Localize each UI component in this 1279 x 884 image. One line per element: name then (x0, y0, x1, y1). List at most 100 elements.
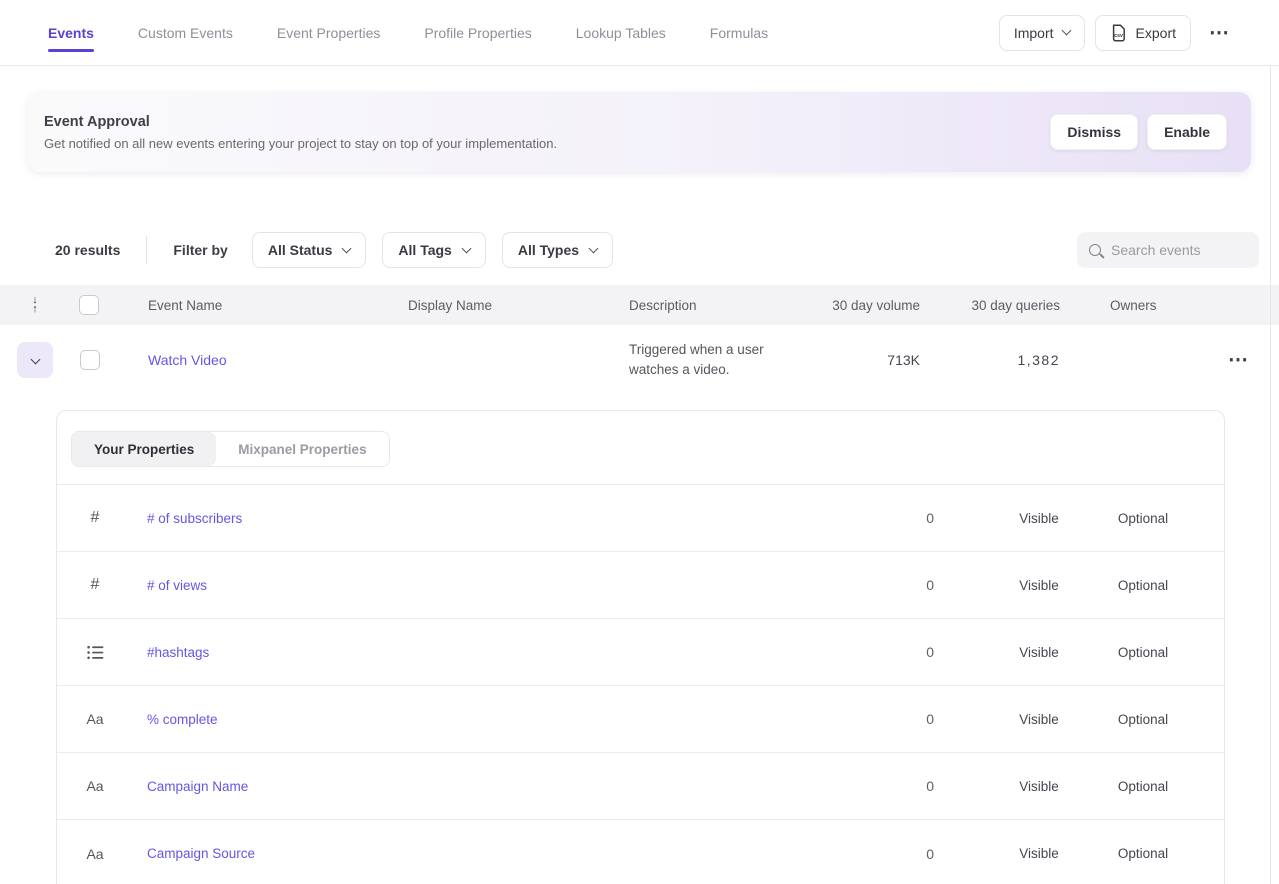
results-count: 20 results (55, 242, 120, 258)
property-row: Aa % complete 0 Visible Optional (57, 686, 1224, 753)
event-approval-banner: Event Approval Get notified on all new e… (28, 92, 1251, 172)
property-row: Aa Campaign Name 0 Visible Optional (57, 753, 1224, 820)
tab-event-properties-label: Event Properties (277, 25, 381, 41)
collapse-row-button[interactable] (17, 342, 53, 378)
property-name-link[interactable]: # of views (147, 578, 207, 593)
banner-subtitle: Get notified on all new events entering … (44, 136, 557, 151)
number-type-icon: # (84, 576, 106, 594)
banner-actions: Dismiss Enable (1050, 114, 1227, 150)
property-queries: 0 (874, 711, 934, 727)
property-row: #hashtags 0 Visible Optional (57, 619, 1224, 686)
event-description: Triggered when a user watches a video. (629, 340, 800, 380)
types-filter-dropdown[interactable]: All Types (502, 232, 613, 268)
search-icon (1089, 244, 1101, 256)
filter-by-label: Filter by (173, 242, 227, 258)
status-filter-value: All Status (268, 242, 333, 258)
property-requirement: Optional (1104, 578, 1182, 593)
tab-profile-properties[interactable]: Profile Properties (424, 0, 531, 65)
chevron-down-icon (342, 243, 352, 253)
properties-tabs-row: Your Properties Mixpanel Properties (57, 411, 1224, 485)
tab-custom-events-label: Custom Events (138, 25, 233, 41)
property-visibility: Visible (974, 779, 1104, 794)
chevron-down-icon (461, 243, 471, 253)
event-row-watch-video: Watch Video Triggered when a user watche… (0, 325, 1279, 395)
svg-text:csv: csv (1114, 33, 1123, 39)
column-owners[interactable]: Owners (1110, 298, 1220, 313)
dismiss-button[interactable]: Dismiss (1050, 114, 1138, 150)
property-requirement: Optional (1104, 645, 1182, 660)
column-display-name[interactable]: Display Name (408, 298, 629, 313)
tab-lookup-tables-label: Lookup Tables (576, 25, 666, 41)
banner-title: Event Approval (44, 114, 557, 130)
property-queries: 0 (874, 577, 934, 593)
tab-lookup-tables[interactable]: Lookup Tables (576, 0, 666, 65)
property-name-link[interactable]: Campaign Source (147, 846, 255, 861)
tab-mixpanel-properties[interactable]: Mixpanel Properties (216, 432, 388, 466)
property-queries: 0 (874, 510, 934, 526)
csv-file-icon: csv (1110, 24, 1127, 42)
event-30-day-queries: 1,382 (920, 352, 1060, 368)
collapse-all-icon[interactable]: ↓ ↑ (28, 296, 42, 314)
property-name-link[interactable]: Campaign Name (147, 779, 248, 794)
tab-formulas[interactable]: Formulas (710, 0, 768, 65)
arrow-up-icon: ↑ (32, 305, 38, 314)
more-options-button[interactable]: ⋯ (1201, 23, 1237, 43)
event-name-link[interactable]: Watch Video (148, 352, 227, 368)
search-input[interactable] (1111, 242, 1247, 258)
chevron-down-icon (589, 243, 599, 253)
column-description[interactable]: Description (629, 298, 800, 313)
properties-tab-group: Your Properties Mixpanel Properties (71, 431, 390, 467)
tab-events-label: Events (48, 25, 94, 41)
text-type-icon: Aa (84, 846, 106, 862)
more-horizontal-icon: ⋯ (1209, 22, 1229, 44)
column-event-name[interactable]: Event Name (148, 298, 408, 313)
text-type-icon: Aa (84, 711, 106, 727)
property-name-link[interactable]: # of subscribers (147, 511, 242, 526)
property-row: Aa Campaign Source 0 Visible Optional (57, 820, 1224, 884)
search-box[interactable] (1077, 232, 1259, 268)
event-30-day-volume: 713K (800, 352, 920, 368)
property-visibility: Visible (974, 578, 1104, 593)
property-row: # # of views 0 Visible Optional (57, 552, 1224, 619)
events-table-header: ↓ ↑ Event Name Display Name Description … (0, 285, 1279, 325)
chevron-down-icon (30, 354, 40, 364)
row-controls (0, 342, 148, 378)
select-all-checkbox[interactable] (79, 295, 99, 315)
import-button-label: Import (1014, 25, 1054, 41)
scrollbar-track-line (1270, 66, 1271, 884)
header-controls: ↓ ↑ (0, 295, 148, 315)
tab-custom-events[interactable]: Custom Events (138, 0, 233, 65)
property-row: # # of subscribers 0 Visible Optional (57, 485, 1224, 552)
tab-your-properties[interactable]: Your Properties (72, 432, 216, 466)
tab-profile-properties-label: Profile Properties (424, 25, 531, 41)
export-button[interactable]: csv Export (1095, 15, 1191, 51)
tags-filter-value: All Tags (398, 242, 451, 258)
property-queries: 0 (874, 846, 934, 862)
tab-events[interactable]: Events (48, 0, 94, 65)
filter-dropdowns: All Status All Tags All Types (252, 232, 613, 268)
tab-formulas-label: Formulas (710, 25, 768, 41)
tags-filter-dropdown[interactable]: All Tags (382, 232, 485, 268)
divider (146, 236, 147, 264)
property-name-link[interactable]: % complete (147, 712, 218, 727)
chevron-down-icon (1061, 26, 1071, 36)
column-30-day-volume[interactable]: 30 day volume (800, 298, 920, 313)
list-type-icon (84, 645, 106, 660)
property-requirement: Optional (1104, 511, 1182, 526)
top-nav: Events Custom Events Event Properties Pr… (0, 0, 1279, 66)
import-button[interactable]: Import (999, 15, 1085, 51)
property-queries: 0 (874, 644, 934, 660)
row-more-options-button[interactable]: ⋯ (1220, 350, 1256, 370)
enable-button[interactable]: Enable (1147, 114, 1227, 150)
property-queries: 0 (874, 778, 934, 794)
more-horizontal-icon: ⋯ (1228, 349, 1248, 371)
row-checkbox[interactable] (80, 350, 100, 370)
tab-event-properties[interactable]: Event Properties (277, 0, 381, 65)
status-filter-dropdown[interactable]: All Status (252, 232, 367, 268)
property-name-link[interactable]: #hashtags (147, 645, 209, 660)
column-30-day-queries[interactable]: 30 day queries (920, 298, 1060, 313)
property-requirement: Optional (1104, 846, 1182, 861)
filter-bar: 20 results Filter by All Status All Tags… (0, 232, 1279, 268)
nav-actions: Import csv Export ⋯ (999, 15, 1237, 51)
property-visibility: Visible (974, 846, 1104, 861)
